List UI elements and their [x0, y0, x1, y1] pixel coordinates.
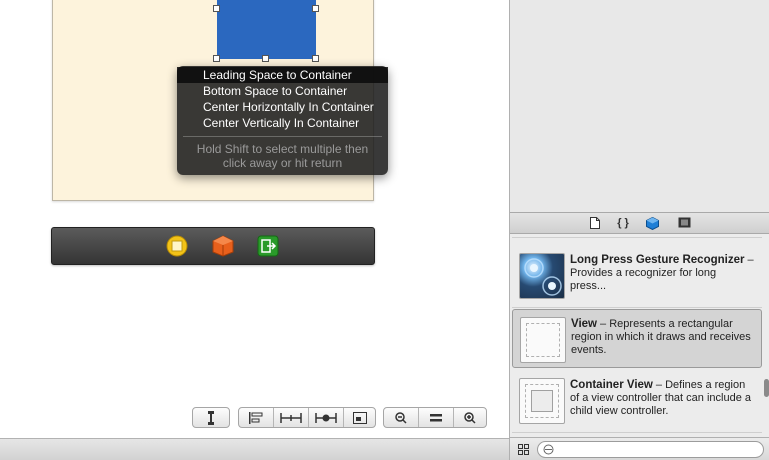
list-item-partial[interactable] [512, 234, 762, 238]
equals-icon [430, 414, 442, 422]
list-item-view[interactable]: View – Represents a rectangular region i… [512, 309, 762, 368]
gesture-recognizer-icon [519, 253, 565, 299]
menu-item-center-horizontally[interactable]: Center Horizontally In Container [177, 99, 388, 115]
zoom-in-button[interactable] [454, 408, 486, 427]
menu-item-bottom-space[interactable]: Bottom Space to Container [177, 83, 388, 99]
selected-blue-view[interactable] [213, 0, 319, 62]
library-item-desc: – Represents a rectangular region in whi… [571, 318, 751, 356]
library-item-title: View [571, 318, 597, 330]
resolve-autolayout-button[interactable] [309, 408, 343, 427]
menu-item-leading-space[interactable]: Leading Space to Container [177, 67, 388, 83]
zoom-tools-group [383, 407, 487, 428]
utilities-pane: { } Long Press Gesture Recognizer – Prov… [509, 0, 769, 460]
phone-icon [208, 411, 214, 425]
menu-hint-text: Hold Shift to select multiple then click… [183, 142, 382, 170]
media-library-tab[interactable] [677, 217, 691, 230]
grid-view-toggle-icon[interactable] [518, 444, 529, 458]
file-icon [590, 217, 600, 229]
list-item-long-press-gesture[interactable]: Long Press Gesture Recognizer – Provides… [512, 246, 762, 308]
resolve-icon [315, 413, 337, 423]
library-item-description: Long Press Gesture Recognizer – Provides… [570, 254, 755, 293]
menu-hint-line-2: click away or hit return [222, 156, 343, 170]
list-item-container-view[interactable]: Container View – Defines a region of a v… [512, 371, 762, 433]
library-scroll-thumb[interactable] [764, 379, 769, 397]
touch-points-icon [524, 258, 562, 296]
container-view-icon [519, 378, 565, 424]
align-icon [249, 412, 263, 424]
resize-handle-bottom-left[interactable] [213, 55, 220, 62]
view-object-icon [520, 317, 566, 363]
film-icon [678, 217, 690, 228]
layout-tools-group [238, 407, 376, 428]
file-template-library-tab[interactable] [588, 217, 602, 230]
scene-dock [51, 227, 375, 265]
resize-icon [353, 412, 367, 424]
library-item-description: View – Represents a rectangular region i… [571, 318, 756, 357]
device-toggle-button[interactable] [193, 408, 229, 427]
library-filter-input[interactable] [537, 441, 764, 458]
library-filter-bar [510, 437, 769, 460]
first-responder-icon[interactable] [166, 235, 188, 257]
library-selector-bar: { } [510, 212, 769, 234]
storyboard-canvas[interactable]: Leading Space to Container Bottom Space … [0, 0, 509, 438]
object-library-tab[interactable] [645, 216, 659, 231]
inspector-area [510, 0, 769, 212]
resize-handle-top-left[interactable] [213, 5, 220, 12]
library-item-title: Long Press Gesture Recognizer [570, 254, 745, 266]
pin-button[interactable] [274, 408, 308, 427]
cube-object-icon[interactable] [212, 235, 234, 257]
zoom-in-icon [464, 412, 476, 424]
zoom-out-icon [395, 412, 407, 424]
filter-search-icon [543, 444, 554, 458]
align-button[interactable] [239, 408, 273, 427]
code-snippet-library-tab[interactable]: { } [616, 217, 630, 230]
menu-hint-line-1: Hold Shift to select multiple then [196, 142, 369, 156]
editor-status-bar [0, 438, 509, 460]
resize-handle-bottom-right[interactable] [312, 55, 319, 62]
menu-separator [183, 136, 382, 137]
exit-icon[interactable] [257, 235, 279, 257]
pin-icon [280, 413, 302, 423]
zoom-out-button[interactable] [384, 408, 418, 427]
library-item-title: Container View [570, 379, 653, 391]
resize-handle-top-right[interactable] [312, 5, 319, 12]
zoom-actual-size-button[interactable] [419, 408, 453, 427]
cube-icon [645, 216, 659, 231]
library-scrollbar[interactable] [763, 234, 769, 437]
simulated-metrics-group [192, 407, 230, 428]
resize-handle-bottom-center[interactable] [262, 55, 269, 62]
resizing-behavior-button[interactable] [344, 408, 376, 427]
library-item-description: Container View – Defines a region of a v… [570, 379, 755, 418]
menu-item-center-vertically[interactable]: Center Vertically In Container [177, 115, 388, 131]
object-library-list[interactable]: Long Press Gesture Recognizer – Provides… [510, 234, 763, 437]
constraint-popup-menu: Leading Space to Container Bottom Space … [177, 66, 388, 175]
